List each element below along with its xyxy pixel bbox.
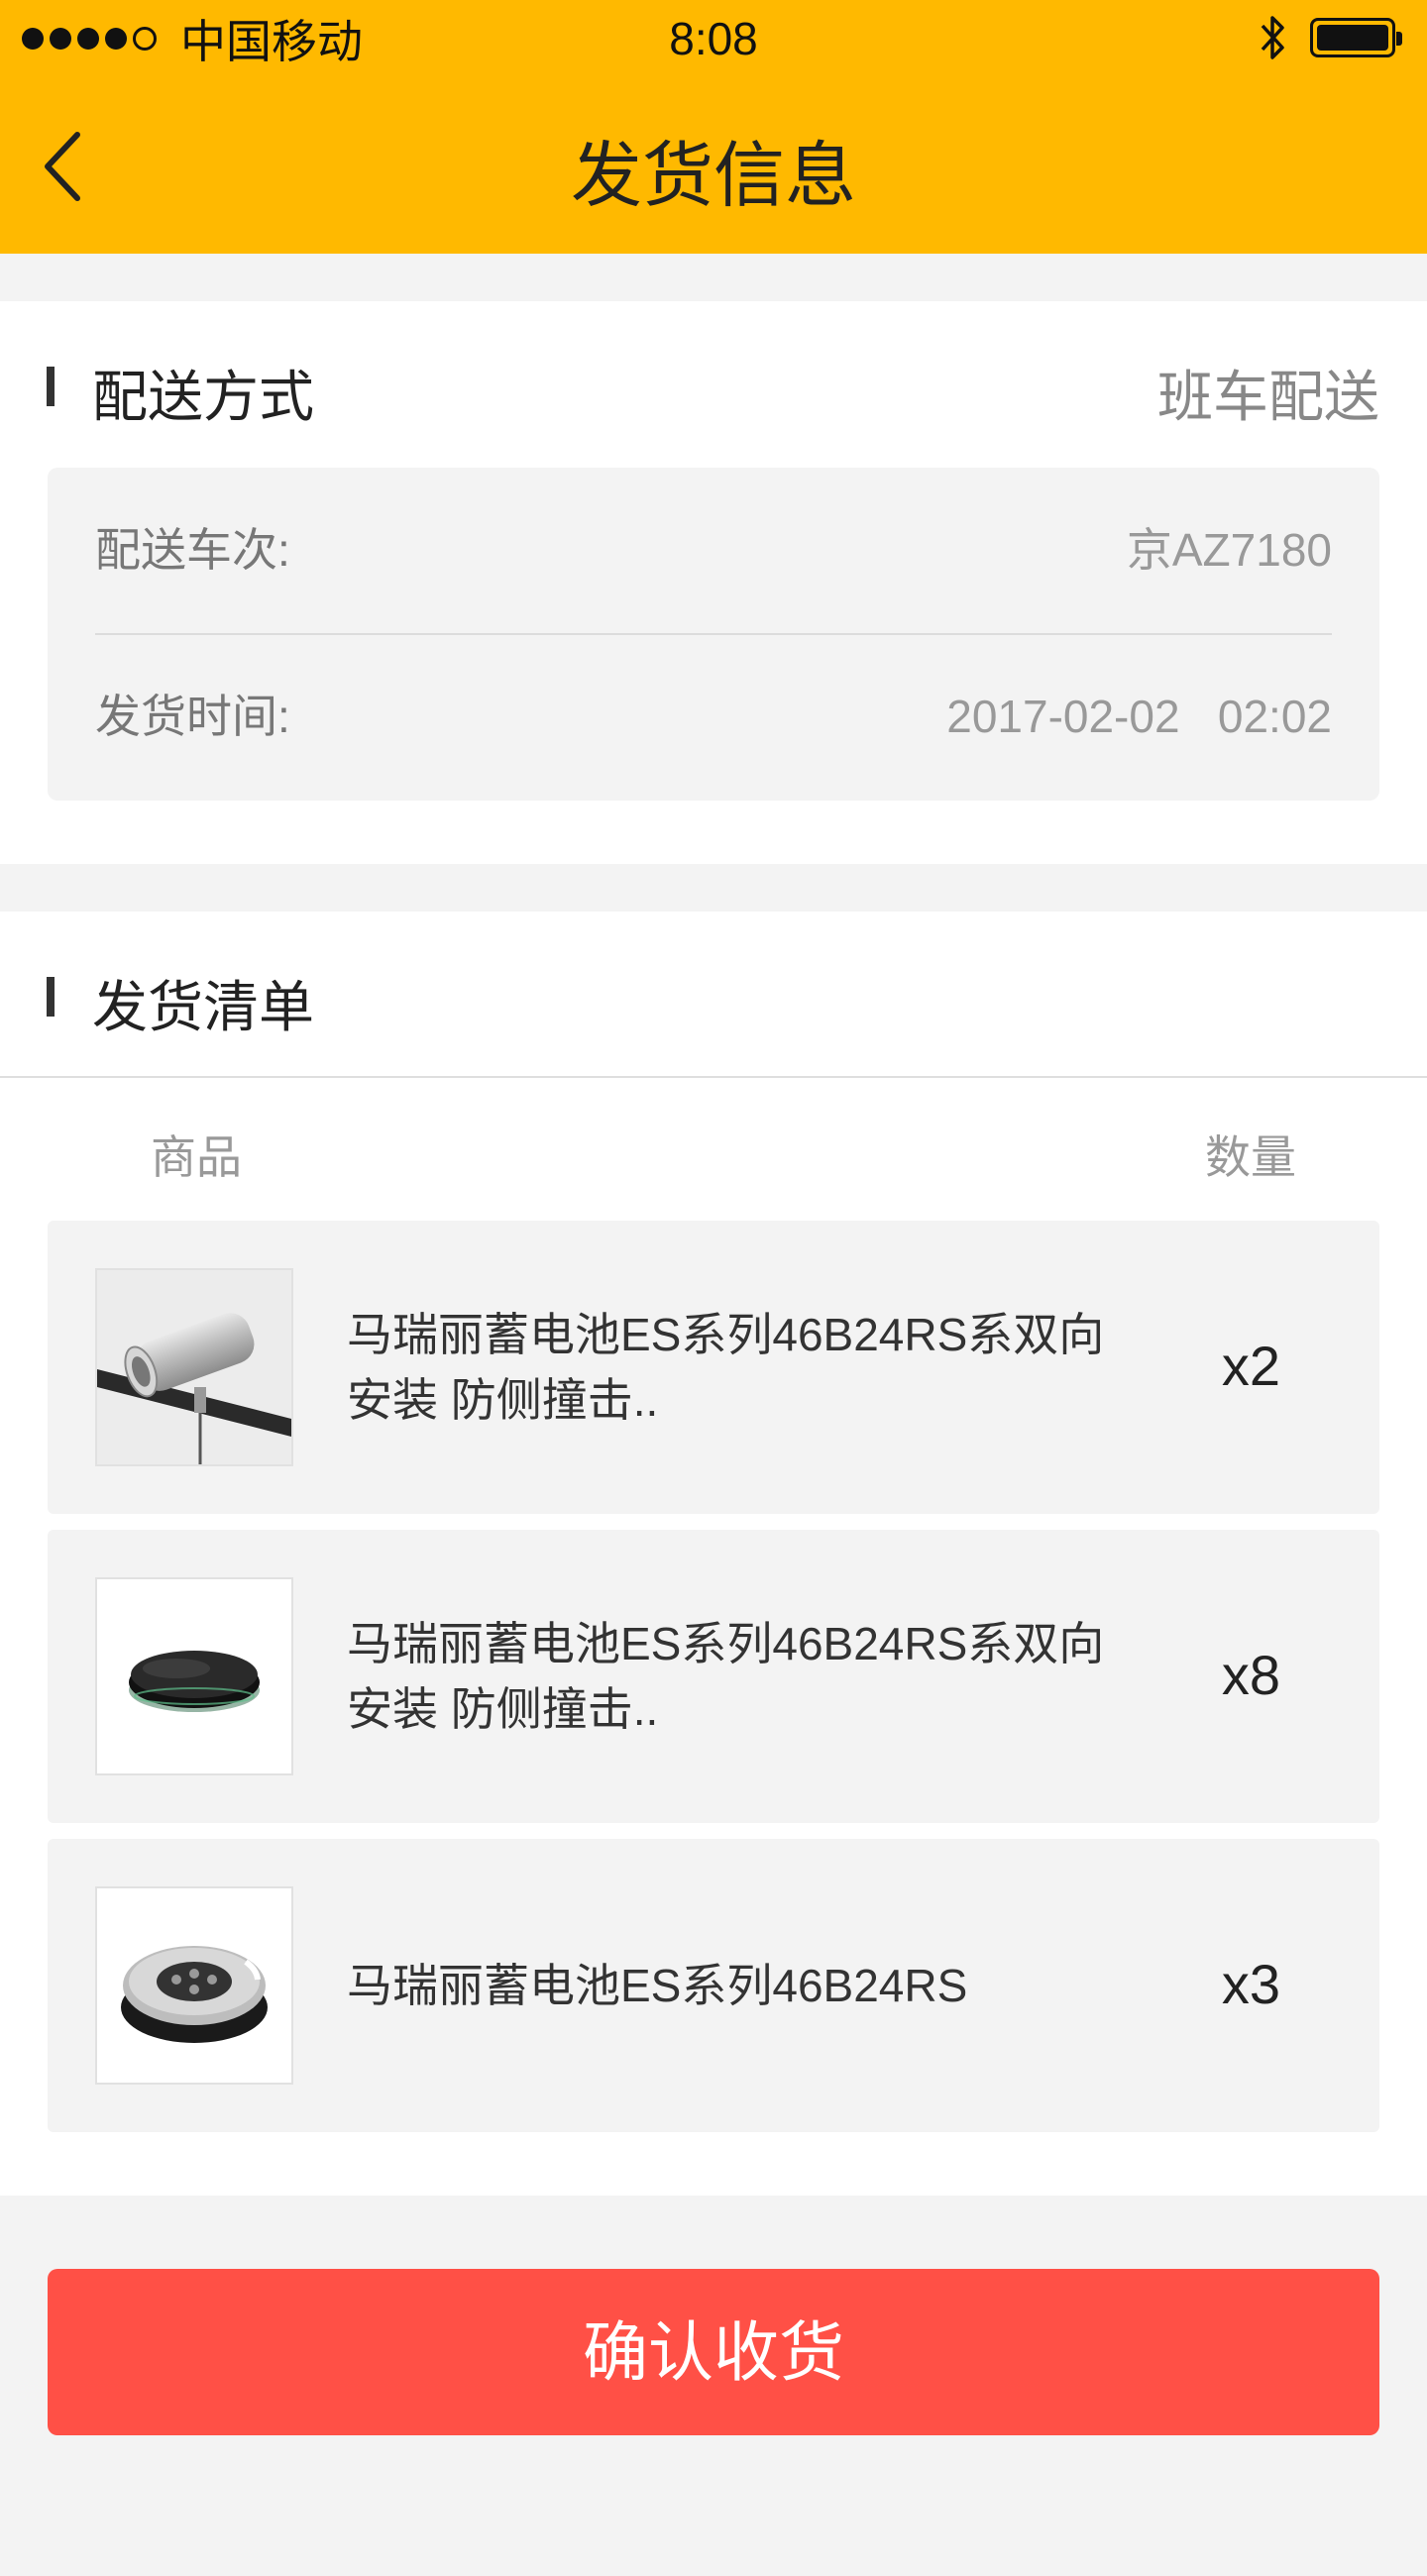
delivery-section-header: 配送方式 班车配送 (0, 301, 1427, 470)
product-quantity: x8 (1221, 1644, 1280, 1706)
confirm-receipt-button[interactable]: 确认收货 (48, 2269, 1379, 2435)
section-marker (47, 367, 55, 406)
battery-icon (1310, 18, 1402, 57)
delivery-title: 配送方式 (92, 366, 314, 428)
section-marker (47, 977, 55, 1017)
info-row-vehicle: 配送车次: 京AZ7180 (95, 468, 1332, 632)
round-black-hub-icon (97, 1579, 291, 1773)
divider (0, 1076, 1427, 1078)
product-image (95, 1268, 293, 1466)
list-item[interactable]: 马瑞丽蓄电池ES系列46B24RS x3 (48, 1839, 1379, 2132)
info-value: 京AZ7180 (1126, 524, 1332, 576)
shipping-list-title: 发货清单 (92, 976, 314, 1038)
delivery-method: 班车配送 (1157, 366, 1379, 428)
shipping-list-card: 发货清单 商品 数量 马瑞丽蓄电池ES系列46B24RS系双向安装 防侧撞击..… (0, 912, 1427, 2196)
silver-camera-on-rail-icon (97, 1270, 291, 1464)
app-header: 中国移动 8:08 发货信息 (0, 0, 1427, 254)
column-header-quantity: 数量 (1205, 1131, 1296, 1183)
status-time: 8:08 (669, 13, 758, 64)
page-title: 发货信息 (570, 137, 856, 216)
info-label: 配送车次: (95, 524, 290, 576)
bluetooth-icon (1261, 16, 1284, 59)
product-image (95, 1886, 293, 2085)
product-name: 马瑞丽蓄电池ES系列46B24RS系双向安装 防侧撞击.. (347, 1618, 1105, 1735)
delivery-info-box: 配送车次: 京AZ7180 发货时间: 2017-02-02 02:02 (48, 468, 1379, 801)
product-name: 马瑞丽蓄电池ES系列46B24RS系双向安装 防侧撞击.. (347, 1309, 1105, 1426)
list-section-header: 发货清单 (0, 912, 1427, 1080)
delivery-card: 配送方式 班车配送 配送车次: 京AZ7180 发货时间: 2017-02-02… (0, 301, 1427, 864)
product-name: 马瑞丽蓄电池ES系列46B24RS (347, 1960, 968, 2011)
product-quantity: x3 (1221, 1953, 1280, 2015)
round-speaker-puck-icon (97, 1888, 291, 2083)
info-value: 2017-02-02 02:02 (946, 691, 1332, 742)
product-image (95, 1577, 293, 1775)
info-row-ship-time: 发货时间: 2017-02-02 02:02 (95, 634, 1332, 799)
product-quantity: x2 (1221, 1335, 1280, 1397)
info-label: 发货时间: (95, 691, 290, 742)
list-item[interactable]: 马瑞丽蓄电池ES系列46B24RS系双向安装 防侧撞击.. x8 (48, 1530, 1379, 1823)
list-item[interactable]: 马瑞丽蓄电池ES系列46B24RS系双向安装 防侧撞击.. x2 (48, 1221, 1379, 1514)
column-header-product: 商品 (151, 1131, 242, 1183)
status-bar: 中国移动 8:08 (0, 0, 1427, 79)
